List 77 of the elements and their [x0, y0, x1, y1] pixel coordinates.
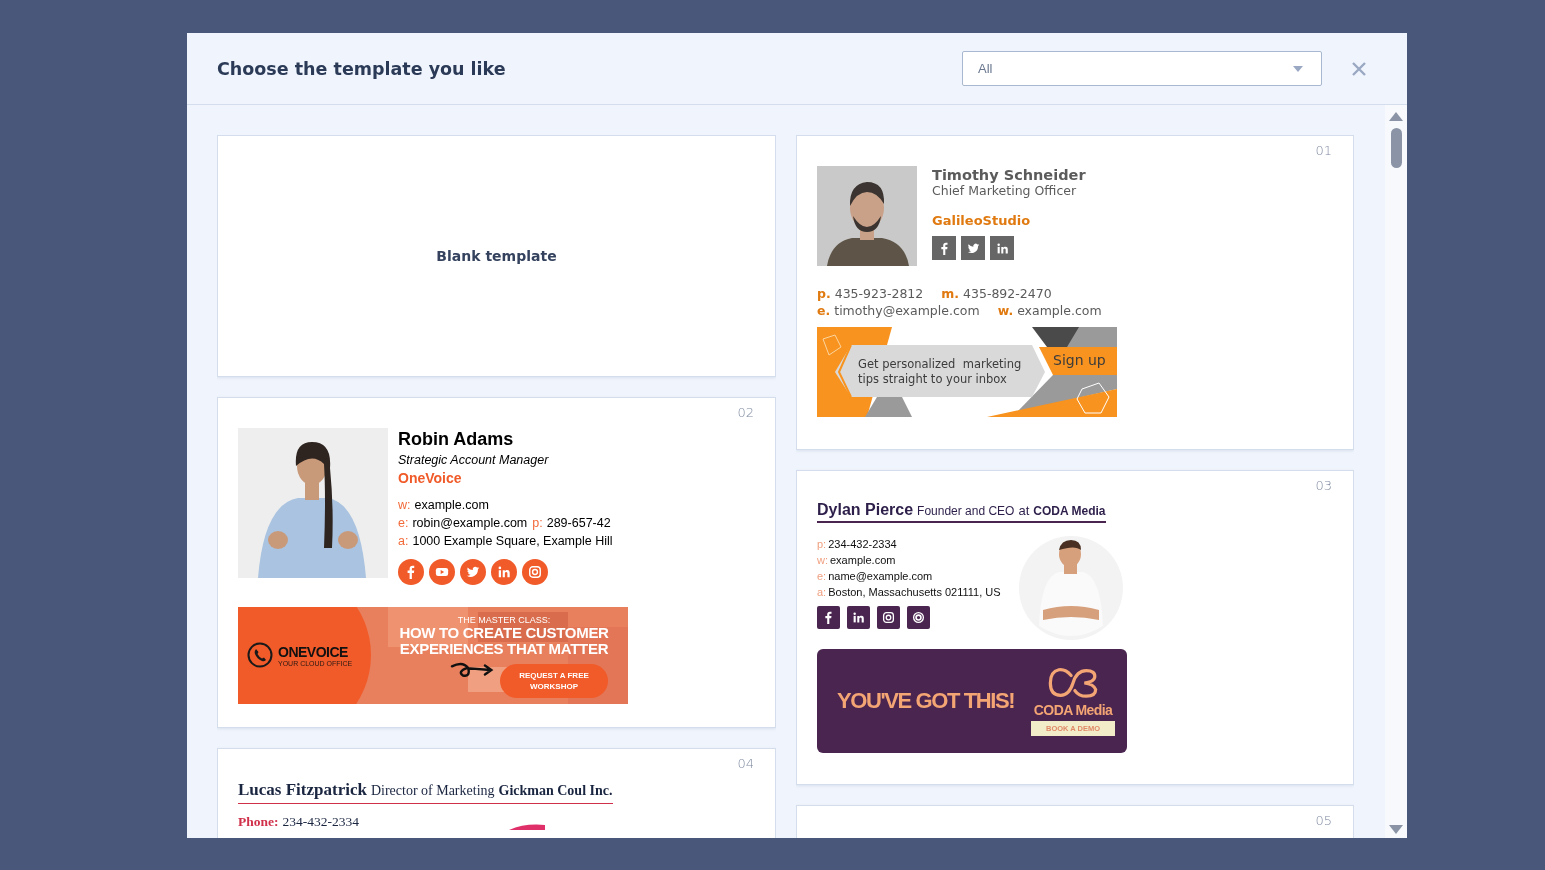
scroll-up-icon[interactable]	[1389, 112, 1403, 121]
logo-icon	[1046, 666, 1100, 700]
template-number: 03	[1315, 478, 1332, 493]
contact-label: w:	[817, 553, 828, 568]
contact-label: a:	[398, 533, 409, 550]
joiner-text: at	[1018, 503, 1030, 518]
brand-name: ONEVOICE	[278, 643, 349, 660]
workshop-label: REQUEST A FREE WORKSHOP	[500, 664, 608, 698]
company-name: GalileoStudio	[932, 213, 1032, 228]
contact-label: w:	[398, 497, 411, 514]
contact-value: 435-923-2812	[834, 285, 924, 302]
job-title: Founder and CEO	[917, 504, 1015, 518]
banner-headline: YOU'VE GOT THIS!	[837, 688, 1015, 714]
job-title: Strategic Account Manager	[398, 453, 550, 467]
contact-label: e:	[398, 515, 409, 532]
template-card[interactable]: 01 Timothy Schneider Chief Marketing Officer GalileoStudio p. 435-923-2812 m. 435-892-2470 e. timothy@example.com w. example.com Get personalized marketing tips straight to your inbox Sign up	[796, 135, 1354, 450]
template-label: Blank template	[436, 248, 557, 264]
contact-label: p:	[532, 515, 543, 532]
contact-label: w.	[997, 302, 1014, 319]
person-name: Lucas Fitzpatrick	[238, 780, 367, 800]
banner-kicker: THE MASTER CLASS:	[457, 615, 551, 625]
contact-value: 234-432-2334	[282, 814, 359, 830]
phone-icon	[247, 642, 273, 668]
close-icon[interactable]	[1351, 60, 1367, 77]
contact-value: 1000 Example Square, Example Hill	[412, 533, 613, 550]
instagram-icon[interactable]	[877, 606, 900, 629]
contact-value: timothy@example.com	[834, 302, 980, 319]
contact-value: 234-432-2334	[828, 537, 897, 552]
job-title: Chief Marketing Officer	[932, 183, 1078, 198]
contact-value: robin@example.com	[412, 515, 528, 532]
twitter-icon[interactable]	[961, 236, 985, 260]
template-card[interactable]	[217, 397, 776, 728]
contact-value: example.com	[830, 553, 896, 568]
contact-label: e:	[817, 569, 827, 584]
scrollbar-thumb[interactable]	[1390, 128, 1402, 168]
template-number: 04	[737, 756, 754, 771]
scroll-down-icon[interactable]	[1389, 825, 1403, 834]
template-number: 05	[1315, 813, 1332, 828]
facebook-icon[interactable]	[932, 236, 956, 260]
scrollbar[interactable]	[1385, 105, 1407, 838]
person-name: Timothy Schneider	[932, 167, 1086, 183]
company-name: Gickman Coul Inc.	[498, 783, 613, 799]
contact-label: Phone:	[238, 814, 279, 830]
contact-value: 289-657-42	[546, 515, 611, 532]
linkedin-icon[interactable]	[847, 606, 870, 629]
caret-icon	[1293, 65, 1303, 72]
person-name: Dylan Pierce	[817, 501, 914, 519]
job-title: Director of Marketing	[370, 783, 495, 799]
template-card[interactable]: 05	[796, 805, 1354, 838]
template-card[interactable]: Blank template	[217, 135, 776, 377]
sign-up-label: Sign up	[1053, 352, 1106, 368]
banner-headline: HOW TO CREATE CUSTOMER	[399, 625, 609, 641]
youtube-icon[interactable]	[429, 559, 455, 585]
banner-headline: EXPERIENCES THAT MATTER	[399, 641, 609, 657]
facebook-icon[interactable]	[817, 606, 840, 629]
filter-dropdown[interactable]: All	[962, 51, 1322, 86]
contact-label: p.	[817, 285, 831, 302]
contact-label: a:	[817, 585, 827, 600]
contact-value: 435-892-2470	[963, 285, 1052, 302]
twitter-icon[interactable]	[460, 559, 486, 585]
contact-value: name@example.com	[828, 569, 933, 584]
banner-text: Get personalized marketing tips straight to your inbox	[858, 357, 1022, 387]
contact-value: Boston, Massachusetts 021111, US	[828, 585, 1001, 600]
company-name: OneVoice	[398, 470, 463, 486]
linkedin-icon[interactable]	[990, 236, 1014, 260]
contact-value: example.com	[414, 497, 489, 514]
dialog-title: Choose the template you like	[217, 58, 506, 79]
template-card[interactable]: 04 Lucas Fitzpatrick Director of Marketing Gickman Coul Inc. Phone: 234-432-2334	[217, 748, 776, 838]
template-number: 01	[1315, 143, 1332, 158]
person-name: Robin Adams	[398, 429, 515, 450]
contact-value: example.com	[1017, 302, 1102, 319]
brand-name: CODA Media	[1033, 702, 1113, 718]
contact-label: e.	[817, 302, 831, 319]
contact-label: p:	[817, 537, 827, 552]
template-number: 02	[737, 405, 754, 420]
contact-label: m.	[941, 285, 960, 302]
company-name: CODA Media	[1033, 504, 1106, 518]
